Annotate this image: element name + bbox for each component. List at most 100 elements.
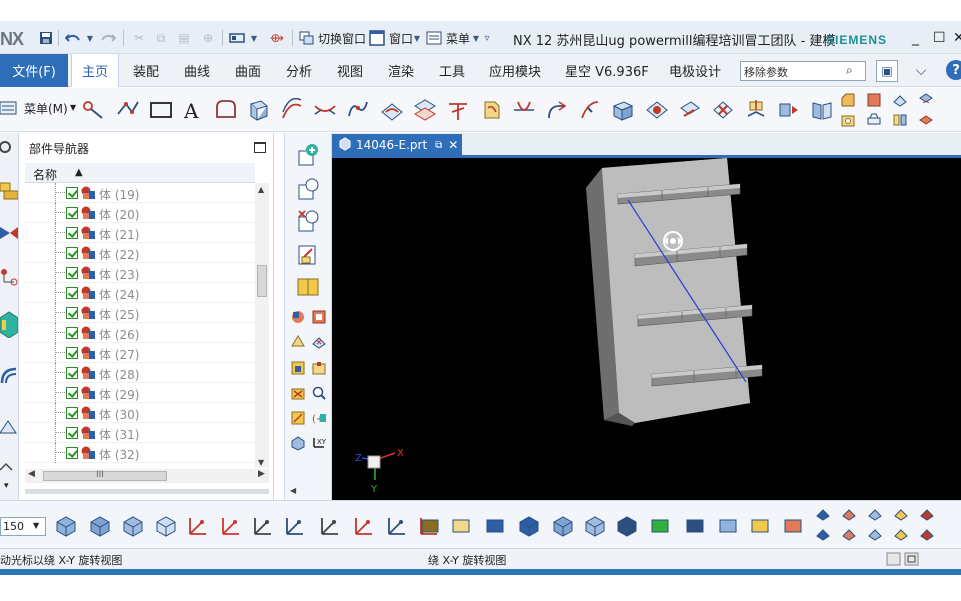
scroll-up-icon[interactable]: ▲	[258, 185, 264, 194]
table-row[interactable]: 体 (29)	[25, 383, 255, 403]
snap-point-icon[interactable]	[893, 506, 909, 522]
tab-assembly[interactable]: 装配	[133, 54, 159, 87]
visibility-checkbox[interactable]	[66, 267, 78, 279]
zoom-view-icon[interactable]	[781, 514, 805, 538]
visibility-checkbox[interactable]	[66, 367, 78, 379]
extract-geometry-icon[interactable]	[247, 98, 271, 122]
perspective-icon[interactable]	[919, 506, 935, 522]
project-curve-icon[interactable]	[380, 98, 404, 122]
menu-list-icon[interactable]	[0, 99, 18, 117]
help-button[interactable]: ?	[946, 60, 961, 80]
more-chevron-icon[interactable]: ▾	[4, 481, 9, 491]
reuse-book-icon[interactable]	[296, 275, 320, 299]
trimetric-view-icon[interactable]	[615, 514, 639, 538]
menu-button[interactable]: 菜单	[446, 30, 470, 47]
dynamic-wcs-icon[interactable]	[219, 514, 243, 538]
touch-mode-icon[interactable]	[228, 29, 246, 47]
file-menu-button[interactable]: 文件(F)	[0, 54, 68, 87]
transform-icon[interactable]	[311, 360, 327, 376]
extend-curve-icon[interactable]	[545, 98, 569, 122]
hole-icon[interactable]	[840, 112, 856, 128]
trim-curve-icon[interactable]	[512, 98, 536, 122]
table-row[interactable]: 体 (23)	[25, 263, 255, 283]
visibility-checkbox[interactable]	[66, 287, 78, 299]
view-triad-icon[interactable]	[815, 506, 831, 522]
window-menu-button[interactable]: 窗口	[389, 30, 413, 47]
axes-view-icon[interactable]	[648, 514, 672, 538]
line-icon[interactable]	[116, 98, 140, 122]
coordinate-add-icon[interactable]: (+	[311, 410, 327, 426]
table-row[interactable]: 体 (27)	[25, 343, 255, 363]
intersection-curve-icon[interactable]	[413, 98, 437, 122]
add-component-icon[interactable]	[296, 177, 320, 201]
table-row[interactable]: 体 (32)	[25, 443, 255, 463]
top-view-icon[interactable]	[551, 514, 575, 538]
table-row[interactable]: 体 (30)	[25, 403, 255, 423]
delete-face-icon[interactable]	[711, 98, 735, 122]
face-analysis-icon[interactable]	[867, 506, 883, 522]
redo-icon[interactable]	[99, 29, 117, 47]
table-row[interactable]: 体 (19)	[25, 183, 255, 203]
reuse-library-icon[interactable]	[0, 308, 18, 338]
thicken-icon[interactable]	[645, 98, 669, 122]
assembly-navigator-icon[interactable]	[0, 181, 18, 201]
rectangle-icon[interactable]	[149, 98, 173, 122]
touch-dropdown-icon[interactable]: ▼	[248, 29, 260, 47]
collapse-toolbar-icon[interactable]: ◀	[290, 486, 296, 495]
table-row[interactable]: 体 (31)	[25, 423, 255, 443]
menu-button[interactable]: 菜单(M)	[24, 100, 68, 117]
sketch-region-icon[interactable]	[214, 98, 238, 122]
tab-curve[interactable]: 曲线	[184, 54, 210, 87]
tab-analysis[interactable]: 分析	[286, 54, 312, 87]
shaded-icon[interactable]	[88, 514, 112, 538]
settings-gear-icon[interactable]	[0, 137, 18, 157]
wcs-origin-icon[interactable]	[251, 514, 275, 538]
status-indicator-icons[interactable]	[886, 552, 922, 566]
paste-icon[interactable]: ▤	[175, 29, 193, 47]
split-curve-icon[interactable]	[578, 98, 602, 122]
ruler-icon[interactable]	[449, 514, 473, 538]
wireframe-icon[interactable]	[154, 514, 178, 538]
synchronous-modeling-icon[interactable]	[810, 98, 834, 122]
shell-icon[interactable]	[918, 92, 934, 108]
isometric-view-icon[interactable]	[583, 514, 607, 538]
tab-document[interactable]: 14046-E.prt ⧉ ✕	[332, 134, 462, 156]
replace-face-icon[interactable]	[777, 98, 801, 122]
close-button[interactable]: ✕	[953, 30, 961, 46]
web-browser-icon[interactable]	[0, 365, 18, 385]
show-hide-icon[interactable]	[290, 360, 306, 376]
tab-render[interactable]: 渲染	[388, 54, 414, 87]
wcs-icon[interactable]: XY	[311, 435, 327, 451]
chevron-down-icon[interactable]: ▼	[33, 521, 39, 530]
visibility-checkbox[interactable]	[66, 187, 78, 199]
table-row[interactable]: 体 (25)	[25, 303, 255, 323]
maximize-panel-icon[interactable]	[254, 142, 266, 153]
switch-window-icon[interactable]	[298, 29, 316, 47]
front-view-icon[interactable]	[517, 514, 541, 538]
trim-body-icon[interactable]	[918, 112, 934, 128]
visibility-checkbox[interactable]	[66, 407, 78, 419]
tab-xingkong[interactable]: 星空 V6.936F	[565, 54, 649, 87]
tab-application[interactable]: 应用模块	[489, 54, 541, 87]
move-face-icon[interactable]	[744, 98, 768, 122]
edit-object-icon[interactable]	[290, 410, 306, 426]
clear-icon[interactable]	[311, 334, 327, 350]
visibility-checkbox[interactable]	[66, 307, 78, 319]
bridge-curve-icon[interactable]	[313, 98, 337, 122]
model-canvas[interactable]: X Y Z	[332, 158, 961, 500]
visibility-checkbox[interactable]	[66, 247, 78, 259]
export-view-icon[interactable]	[483, 514, 507, 538]
material-icon[interactable]	[290, 309, 306, 325]
find-object-icon[interactable]	[311, 385, 327, 401]
scroll-down-icon[interactable]: ▼	[258, 458, 264, 467]
scroll-right-icon[interactable]: ▶	[258, 469, 265, 479]
tab-electrode[interactable]: 电极设计	[669, 54, 721, 87]
save-icon[interactable]	[37, 29, 55, 47]
graphics-viewport[interactable]: X Y Z	[332, 158, 961, 500]
block-icon[interactable]	[611, 98, 635, 122]
shaded-with-edges-icon[interactable]	[54, 514, 78, 538]
undo-dropdown-icon[interactable]: ▼	[84, 29, 96, 47]
hide-icon[interactable]	[919, 526, 935, 542]
window-dropdown-icon[interactable]: ▼	[412, 29, 422, 47]
scroll-thumb[interactable]	[257, 265, 267, 297]
